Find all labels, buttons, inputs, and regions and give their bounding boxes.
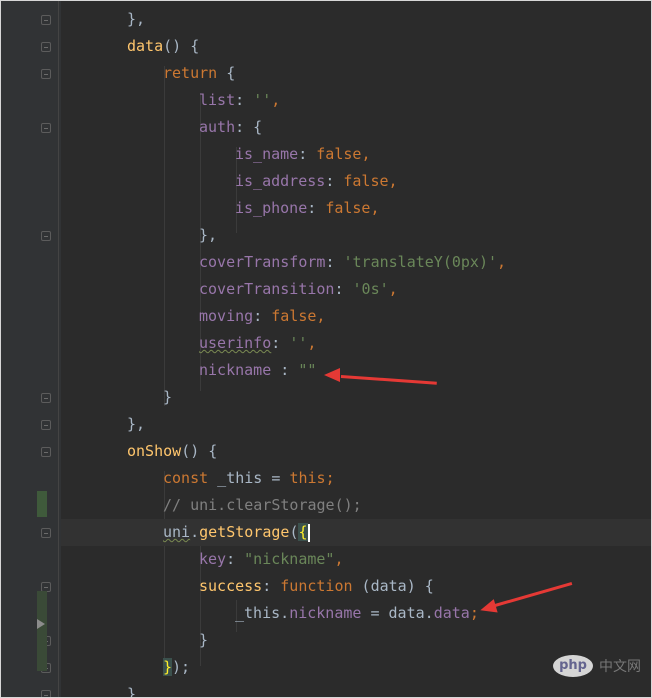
code-line: const _this = this; bbox=[163, 469, 335, 487]
annotation-arrowhead-icon bbox=[324, 368, 340, 382]
code-line: key: "nickname", bbox=[199, 550, 344, 568]
code-line: moving: false, bbox=[199, 307, 326, 325]
fold-marker-icon[interactable] bbox=[41, 420, 51, 430]
fold-marker-icon[interactable] bbox=[41, 15, 51, 25]
php-logo-icon: php bbox=[553, 655, 593, 677]
text-caret bbox=[307, 523, 310, 542]
code-line: is_name: false, bbox=[235, 145, 371, 163]
code-line: }); bbox=[163, 658, 191, 676]
fold-marker-icon[interactable] bbox=[41, 393, 51, 403]
fold-marker-icon[interactable] bbox=[41, 69, 51, 79]
code-line-assignment: _this.nickname = data.data; bbox=[235, 604, 479, 622]
code-line: coverTransform: 'translateY(0px)', bbox=[199, 253, 507, 271]
watermark-text: 中文网 bbox=[599, 659, 641, 675]
code-line: } bbox=[199, 631, 209, 649]
code-line: }, bbox=[199, 226, 218, 244]
code-line: return { bbox=[163, 64, 236, 82]
fold-marker-icon[interactable] bbox=[41, 42, 51, 52]
fold-marker-icon[interactable] bbox=[41, 690, 51, 697]
code-area[interactable]: }, data() { return { list: '', auth: { i… bbox=[61, 1, 651, 697]
fold-marker-icon[interactable] bbox=[41, 528, 51, 538]
watermark: php 中文网 bbox=[553, 655, 641, 677]
execution-arrow-icon bbox=[37, 619, 45, 629]
indent-guide bbox=[164, 66, 165, 406]
code-line: } bbox=[163, 388, 173, 406]
editor-gutter bbox=[1, 1, 61, 697]
code-line: list: '', bbox=[199, 91, 281, 109]
current-line-highlight bbox=[61, 519, 651, 546]
code-line: } bbox=[127, 685, 137, 698]
code-line: is_phone: false, bbox=[235, 199, 380, 217]
code-line: onShow() { bbox=[127, 442, 218, 460]
code-line: coverTransition: '0s', bbox=[199, 280, 398, 298]
code-line: }, bbox=[127, 10, 146, 28]
code-line: userinfo: '', bbox=[199, 334, 317, 352]
code-line-comment: // uni.clearStorage(); bbox=[163, 496, 362, 514]
code-line: data() { bbox=[127, 37, 200, 55]
code-line: auth: { bbox=[199, 118, 263, 136]
code-editor-window: }, data() { return { list: '', auth: { i… bbox=[0, 0, 652, 698]
code-line-current: uni.getStorage({ bbox=[163, 523, 310, 542]
code-line: is_address: false, bbox=[235, 172, 398, 190]
gutter-divider bbox=[58, 1, 59, 697]
fold-marker-icon[interactable] bbox=[41, 231, 51, 241]
code-line: success: function (data) { bbox=[199, 577, 434, 595]
code-line-nickname-property: nickname : "" bbox=[199, 361, 317, 379]
fold-marker-icon[interactable] bbox=[41, 447, 51, 457]
code-line: }, bbox=[127, 415, 146, 433]
vcs-change-marker bbox=[37, 491, 47, 517]
fold-marker-icon[interactable] bbox=[41, 123, 51, 133]
vcs-change-marker bbox=[37, 591, 47, 671]
